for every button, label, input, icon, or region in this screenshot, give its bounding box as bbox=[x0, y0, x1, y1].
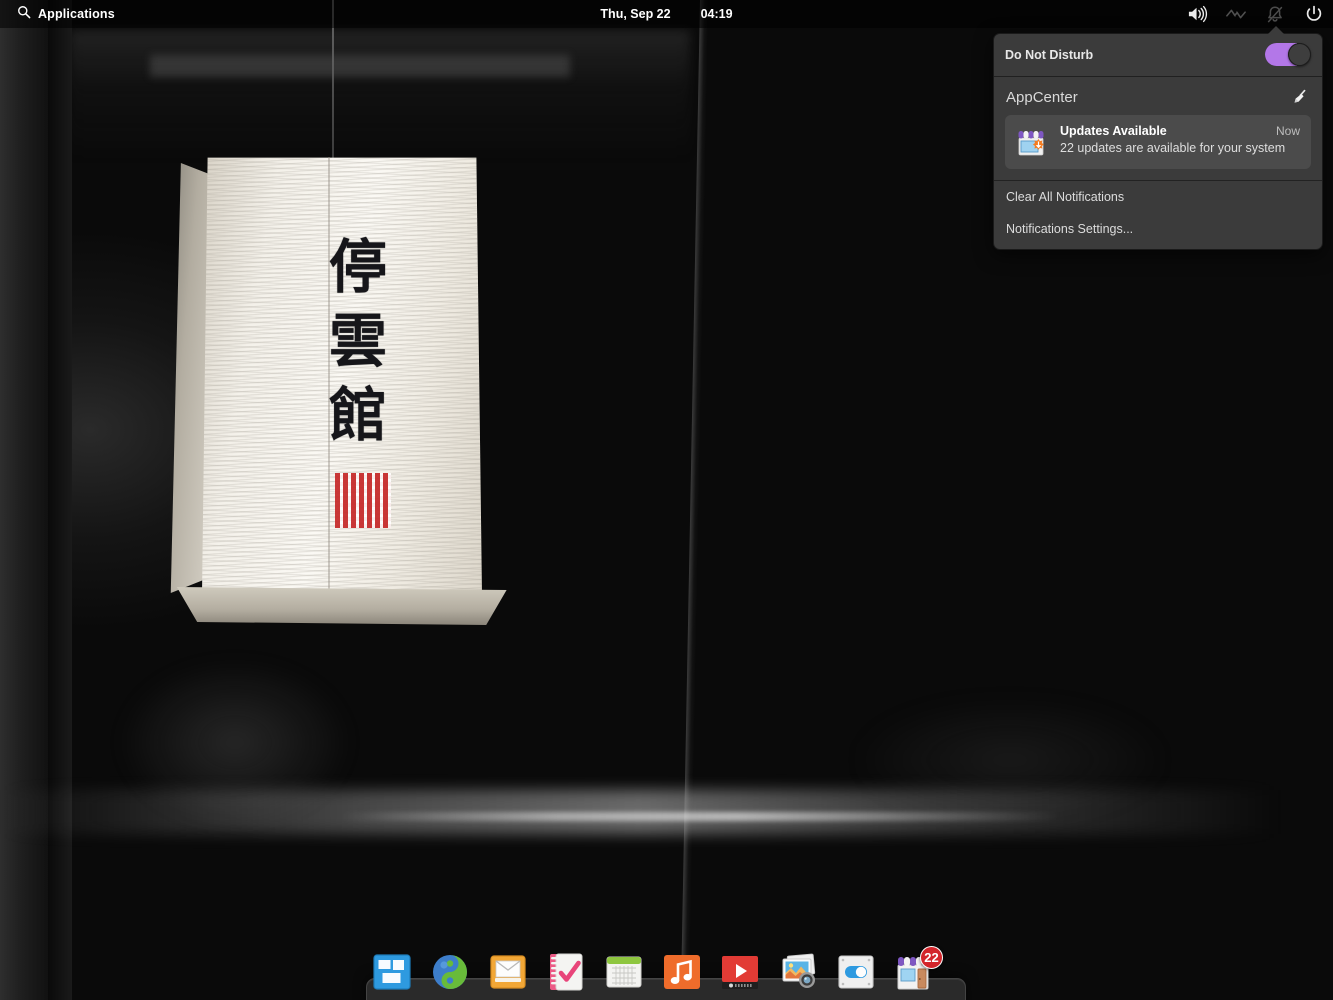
lantern-base bbox=[170, 587, 510, 625]
lantern-calligraphy: 停雲館 bbox=[310, 230, 406, 453]
notification-message: 22 updates are available for your system bbox=[1060, 141, 1300, 155]
wallpaper-left-pillar-shadow bbox=[48, 0, 72, 1000]
popover-arrow bbox=[1268, 26, 1284, 34]
app-group-header: AppCenter bbox=[994, 77, 1322, 113]
panel-date-button[interactable]: Thu, Sep 22 bbox=[596, 5, 674, 23]
network-disconnected-icon[interactable] bbox=[1225, 3, 1247, 25]
do-not-disturb-row: Do Not Disturb bbox=[994, 34, 1322, 77]
wallpaper-ceiling-beam bbox=[150, 55, 570, 77]
video-play-icon bbox=[720, 952, 760, 992]
dock-item-photos[interactable] bbox=[778, 952, 818, 992]
wallpaper-ceiling-highlight bbox=[70, 30, 690, 160]
top-panel: Applications Thu, Sep 22 04:19 bbox=[0, 0, 1333, 28]
dock-item-list: 22 bbox=[372, 946, 934, 998]
files-icon bbox=[372, 952, 412, 992]
music-note-icon bbox=[662, 952, 702, 992]
notifications-popover: Do Not Disturb AppCenter bbox=[993, 33, 1323, 250]
lantern-red-seal bbox=[335, 473, 391, 528]
appcenter-badge-count: 22 bbox=[920, 946, 943, 969]
dock-item-appcenter[interactable]: 22 bbox=[894, 952, 934, 992]
dock-item-mail[interactable] bbox=[488, 952, 528, 992]
app-group-name: AppCenter bbox=[1006, 89, 1078, 106]
desktop: 停雲館 Applications Thu, Sep 22 04:19 bbox=[0, 0, 1333, 1000]
do-not-disturb-toggle[interactable] bbox=[1265, 43, 1311, 66]
notifications-settings-button[interactable]: Notifications Settings... bbox=[994, 213, 1322, 249]
photos-camera-icon bbox=[778, 952, 818, 992]
broom-icon[interactable] bbox=[1290, 87, 1310, 107]
notification-item[interactable]: Updates Available Now 22 updates are ava… bbox=[1005, 115, 1311, 169]
dock-item-music[interactable] bbox=[662, 952, 702, 992]
notifications-muted-bell-icon[interactable] bbox=[1264, 3, 1286, 25]
toggle-switch-icon bbox=[836, 952, 876, 992]
notification-body: Updates Available Now 22 updates are ava… bbox=[1060, 124, 1300, 155]
dock-item-system-settings[interactable] bbox=[836, 952, 876, 992]
do-not-disturb-label: Do Not Disturb bbox=[1005, 48, 1093, 62]
panel-left-section: Applications bbox=[0, 3, 122, 26]
toggle-knob bbox=[1288, 43, 1311, 66]
panel-center-section: Thu, Sep 22 04:19 bbox=[0, 0, 1333, 28]
dock-item-files[interactable] bbox=[372, 952, 412, 992]
applications-menu-button[interactable]: Applications bbox=[10, 3, 122, 26]
dock-item-web-browser[interactable] bbox=[430, 952, 470, 992]
power-icon[interactable] bbox=[1303, 3, 1325, 25]
wallpaper-floor-highlight bbox=[340, 812, 1060, 821]
globe-icon bbox=[430, 952, 470, 992]
search-icon bbox=[17, 5, 31, 24]
applications-menu-label: Applications bbox=[38, 7, 115, 21]
panel-time-button[interactable]: 04:19 bbox=[697, 5, 737, 23]
dock-item-calendar[interactable] bbox=[604, 952, 644, 992]
panel-right-section bbox=[1186, 0, 1325, 28]
envelope-icon bbox=[488, 952, 528, 992]
calendar-icon bbox=[604, 952, 644, 992]
appcenter-updates-icon bbox=[1015, 125, 1049, 159]
notification-timestamp: Now bbox=[1276, 124, 1300, 138]
notification-title-row: Updates Available Now bbox=[1060, 124, 1300, 138]
dock-item-tasks[interactable] bbox=[546, 952, 586, 992]
notebook-check-icon bbox=[546, 952, 586, 992]
wallpaper-left-pillar bbox=[0, 0, 48, 1000]
notification-title: Updates Available bbox=[1060, 124, 1167, 138]
clear-all-notifications-button[interactable]: Clear All Notifications bbox=[994, 181, 1322, 213]
dock-item-videos[interactable] bbox=[720, 952, 760, 992]
wallpaper-lantern: 停雲館 bbox=[168, 155, 513, 630]
sound-icon[interactable] bbox=[1186, 3, 1208, 25]
